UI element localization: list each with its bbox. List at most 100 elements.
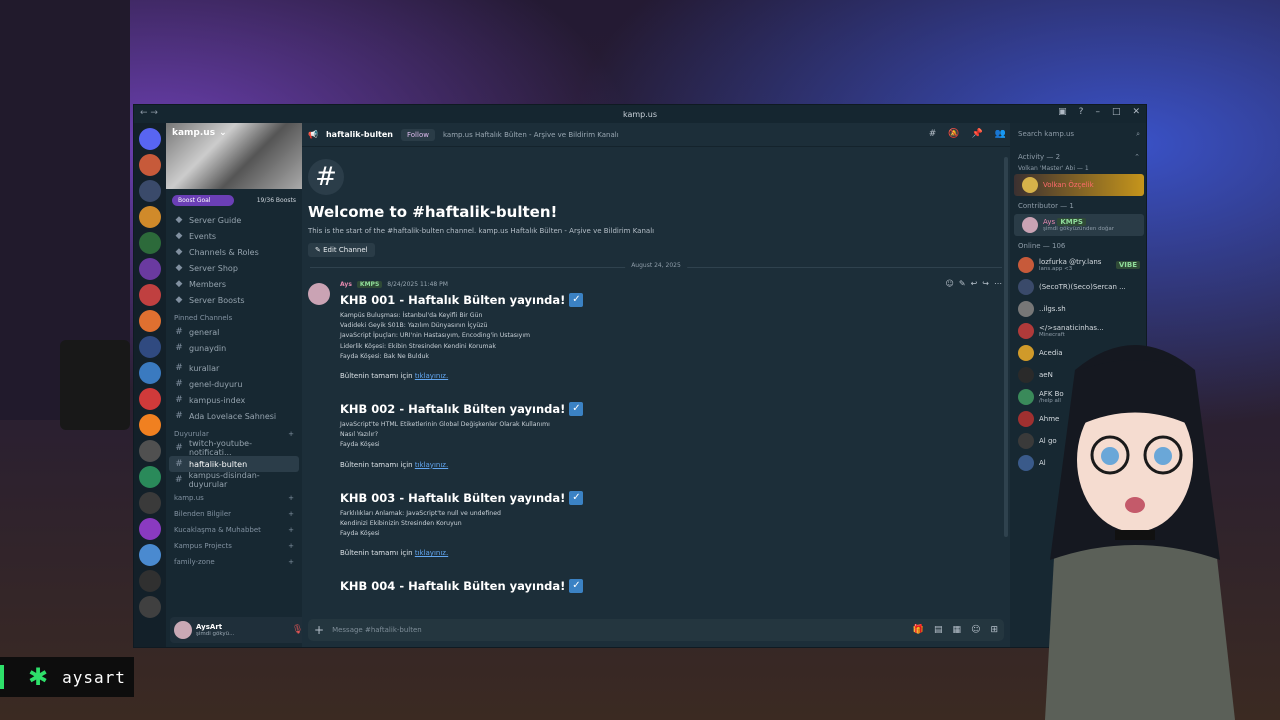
sidebar-item[interactable]: ◆ Events: [166, 228, 302, 244]
channel-topic[interactable]: kamp.us Haftalık Bülten - Arşive ve Bild…: [443, 131, 619, 139]
gif-icon[interactable]: ▤: [934, 625, 943, 635]
category-header[interactable]: Bilenden Bilgiler +: [166, 504, 302, 520]
discord-home-icon[interactable]: [139, 128, 161, 150]
chat-area: 📢 haftalik-bulten Follow kamp.us Haftalı…: [302, 123, 1010, 647]
sidebar-item[interactable]: ◆ Members: [166, 276, 302, 292]
channel-item[interactable]: # haftalik-bulten: [169, 456, 299, 472]
server-icon[interactable]: [139, 388, 161, 410]
sidebar-item[interactable]: ◆ Server Guide: [166, 212, 302, 228]
close-icon[interactable]: ✕: [1132, 107, 1140, 117]
forward-icon[interactable]: ↪: [982, 279, 989, 288]
message-input[interactable]: Message #haftalik-bulten: [332, 626, 422, 634]
avatar: [1018, 301, 1034, 317]
avatar[interactable]: [308, 283, 330, 305]
edit-icon[interactable]: ✎: [959, 279, 966, 288]
member-item[interactable]: (SecoTR)(Seco)Sercan ...: [1010, 276, 1146, 298]
sidebar-item[interactable]: ◆ Channels & Roles: [166, 244, 302, 260]
category-label: kamp.us: [174, 494, 204, 502]
category-header[interactable]: kamp.us +: [166, 488, 302, 504]
server-icon[interactable]: [139, 544, 161, 566]
channel-item[interactable]: # kampus-disindan-duyurular: [166, 471, 302, 489]
pinned-header: Pinned Channels: [174, 314, 233, 322]
server-icon[interactable]: [139, 440, 161, 462]
category-header[interactable]: Kucaklaşma & Muhabbet +: [166, 520, 302, 536]
inbox-icon[interactable]: ▣: [1058, 107, 1067, 117]
server-icon[interactable]: [139, 414, 161, 436]
category-projects[interactable]: Kampus Projects +: [166, 536, 302, 552]
server-icon[interactable]: [139, 310, 161, 332]
message-composer[interactable]: + Message #haftalik-bulten 🎁 ▤ ▦ ☺ ⊞: [308, 619, 1004, 641]
edit-channel-button[interactable]: ✎ Edit Channel: [308, 243, 375, 257]
channel-item[interactable]: # kampus-index: [166, 392, 302, 408]
message[interactable]: ☺ ✎ ↩ ↪ ⋯ Ays KMPS 8/24/2025 11:48 PM KH…: [302, 279, 1010, 594]
member-item[interactable]: lozfurka @try.lans lans.app <3 VIBE: [1010, 254, 1146, 276]
threads-icon[interactable]: #: [929, 129, 937, 139]
add-channel-icon[interactable]: +: [288, 526, 294, 534]
server-icon[interactable]: [139, 232, 161, 254]
avatar[interactable]: [174, 621, 192, 639]
reply-icon[interactable]: ↩: [971, 279, 978, 288]
read-more-link[interactable]: tıklayınız.: [415, 372, 448, 380]
maximize-icon[interactable]: □: [1112, 107, 1121, 117]
member-item[interactable]: ..ilgs.sh: [1010, 298, 1146, 320]
read-more-link[interactable]: tıklayınız.: [415, 461, 448, 469]
server-icon[interactable]: [139, 180, 161, 202]
read-more-prefix: Bültenin tamamı için: [340, 460, 413, 469]
member-name: ..ilgs.sh: [1039, 305, 1066, 313]
sidebar-item[interactable]: ◆ Server Boosts: [166, 292, 302, 308]
message-timestamp: 8/24/2025 11:48 PM: [387, 281, 448, 288]
sticker-icon[interactable]: ▦: [953, 625, 962, 635]
server-icon[interactable]: [139, 336, 161, 358]
back-forward-icon[interactable]: ← →: [140, 108, 158, 118]
read-more-link[interactable]: tıklayınız.: [415, 549, 448, 557]
channel-item[interactable]: # Ada Lovelace Sahnesi: [166, 408, 302, 424]
reaction-icon[interactable]: ☺: [946, 279, 954, 288]
checkmark-icon: ✓: [569, 579, 584, 594]
follow-button[interactable]: Follow: [401, 128, 435, 141]
add-channel-icon[interactable]: +: [288, 510, 294, 518]
search-input[interactable]: Search kamp.us ⌕: [1010, 123, 1146, 145]
help-icon[interactable]: ?: [1079, 107, 1084, 117]
bulletin-title-text: KHB 004 - Haftalık Bülten yayında!: [340, 579, 566, 594]
pin-icon[interactable]: 📌: [972, 129, 983, 139]
more-icon[interactable]: ⋯: [994, 279, 1002, 288]
server-icon[interactable]: [139, 258, 161, 280]
server-icon[interactable]: [139, 518, 161, 540]
bulletin-title: KHB 001 - Haftalık Bülten yayında! ✓: [340, 293, 1000, 307]
server-icon[interactable]: [139, 206, 161, 228]
member-list-icon[interactable]: 👥: [995, 129, 1006, 139]
channel-item[interactable]: # genel-duyuru: [166, 376, 302, 392]
member-item[interactable]: Ays KMPS şimdi gökyüzünden doğar: [1014, 214, 1144, 236]
boost-goal[interactable]: Boost Goal 19/36 Boosts: [172, 195, 296, 206]
message-author[interactable]: Ays: [340, 281, 352, 288]
chevron-up-icon[interactable]: ⌃: [1134, 153, 1140, 161]
gift-icon[interactable]: 🎁: [913, 625, 924, 635]
server-icon[interactable]: [139, 492, 161, 514]
channel-item[interactable]: # twitch-youtube-notificati...: [166, 439, 302, 457]
member-status: lans.app <3: [1039, 266, 1073, 272]
emoji-icon[interactable]: ☺: [971, 625, 980, 635]
add-attachment-icon[interactable]: +: [314, 623, 324, 637]
notification-bell-icon[interactable]: 🔕: [948, 129, 959, 139]
category-duyurular[interactable]: Duyurular +: [166, 424, 302, 440]
server-icon[interactable]: [139, 596, 161, 618]
hash-icon: #: [175, 363, 183, 373]
channel-item[interactable]: # kurallar: [166, 360, 302, 376]
member-item[interactable]: Volkan Özçelik: [1014, 174, 1144, 196]
member-name: Volkan Özçelik: [1043, 181, 1094, 189]
server-icon[interactable]: [139, 154, 161, 176]
server-icon[interactable]: [139, 284, 161, 306]
server-banner: kamp.us ⌄: [166, 123, 302, 189]
category-family[interactable]: family-zone +: [166, 552, 302, 568]
sidebar-item[interactable]: ◆ Server Shop: [166, 260, 302, 276]
server-icon[interactable]: [139, 362, 161, 384]
add-channel-icon[interactable]: +: [288, 494, 294, 502]
hash-icon: #: [175, 443, 183, 453]
minimize-icon[interactable]: –: [1095, 107, 1100, 117]
server-icon[interactable]: [139, 570, 161, 592]
server-name[interactable]: kamp.us ⌄: [172, 128, 227, 138]
server-icon[interactable]: [139, 466, 161, 488]
channel-item[interactable]: # general: [166, 324, 302, 340]
read-more-prefix: Bültenin tamamı için: [340, 549, 413, 558]
channel-item[interactable]: # gunaydin: [166, 340, 302, 356]
